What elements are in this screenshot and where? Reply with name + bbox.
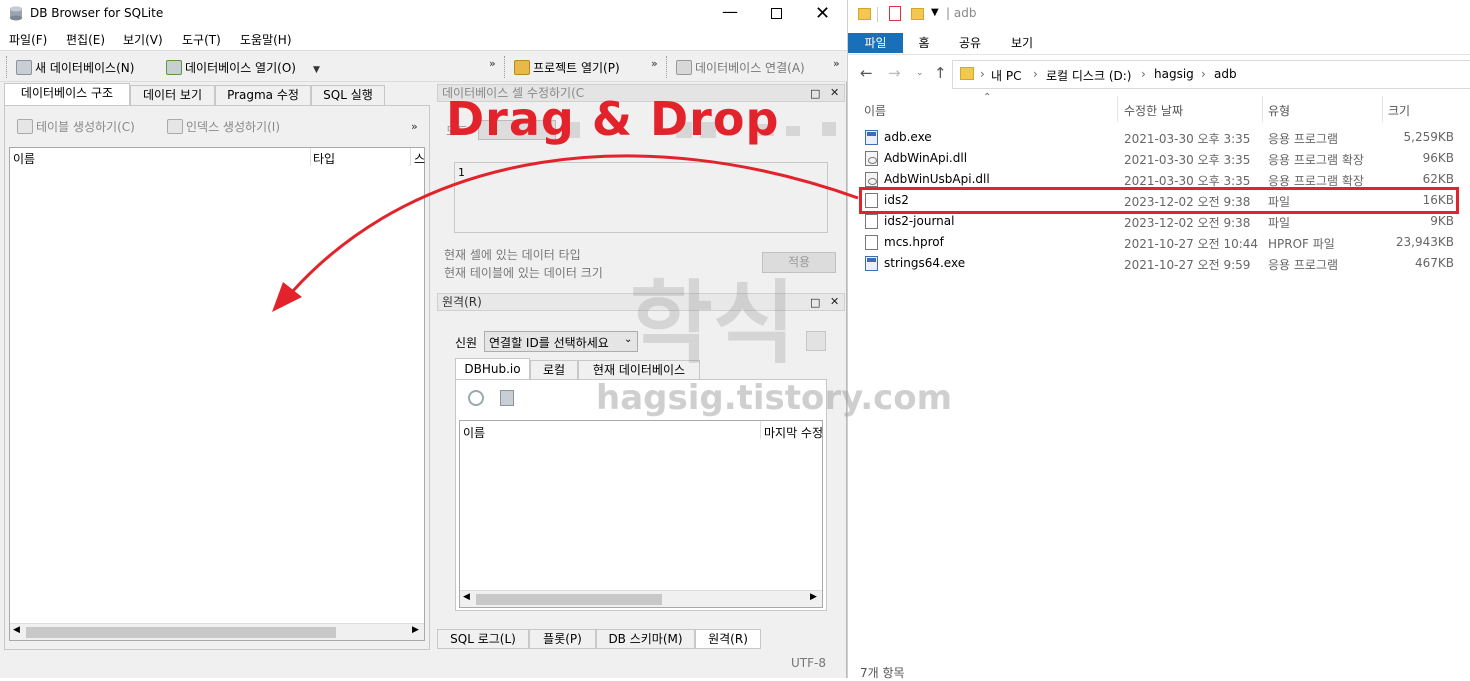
drag-drop-caption: Drag & Drop [446, 92, 780, 146]
